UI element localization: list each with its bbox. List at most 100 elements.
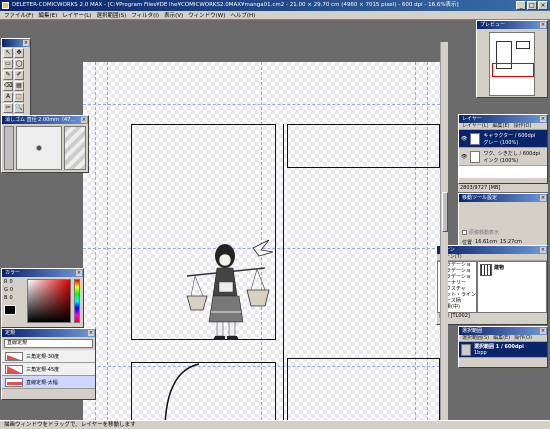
selection-menu-selection[interactable]: 選択範囲(S) <box>462 335 489 341</box>
manga-panel-frame[interactable] <box>287 358 440 429</box>
triangle-45-icon <box>5 364 23 374</box>
eraser-size-slider[interactable] <box>4 126 14 170</box>
selection-sub: 1bpp <box>474 350 487 356</box>
ruler-item-label: 直線定規-太幅 <box>26 379 58 386</box>
move-panel-title-text: 移動ツール設定 <box>462 195 498 201</box>
eye-icon[interactable]: 👁 <box>461 136 467 142</box>
layer-row-frame[interactable]: 👁 ワク、シきだし / 600dpi インク (100%) <box>459 148 547 166</box>
preview-viewport-rect[interactable] <box>492 63 534 77</box>
manga-panel-frame[interactable] <box>287 124 440 168</box>
preview-thumbnail[interactable] <box>489 32 535 96</box>
tone-tool[interactable]: ▤ <box>14 81 24 91</box>
minimize-button[interactable]: _ <box>516 1 526 10</box>
scrollbar-thumb[interactable] <box>442 192 448 232</box>
selection-panel-menu: 選択範囲(S) 編集(E) 操作(O) <box>459 335 547 342</box>
selection-panel-title-text: 選択範囲 <box>462 328 483 334</box>
eraser-panel-title: 消しゴム 直径 2.00mm（47... × <box>2 116 88 124</box>
layer-menu-edit[interactable]: 編集(E) <box>493 123 510 129</box>
layer-thumbnail <box>470 150 481 163</box>
tone-panel: トーン× トーン(T) グラデーショ グラデーショ グラデーショ シーナリー テ… <box>436 245 548 325</box>
close-button[interactable]: × <box>538 1 548 10</box>
menu-filter[interactable]: フィルタ(I) <box>131 11 159 19</box>
layer-panel: レイヤー × レイヤー(L) 編集(E) 操作(O) 👁 キャラクター / 600… <box>458 114 548 184</box>
manga-panel-frame[interactable] <box>131 362 276 429</box>
color-panel-body: R0 G0 B0 <box>2 277 83 325</box>
layer-name: ワク、シきだし / 600dpi <box>483 150 541 157</box>
close-icon[interactable]: × <box>540 247 546 253</box>
menu-layer[interactable]: レイヤー(L) <box>62 11 91 19</box>
select-tool[interactable]: ↖ <box>3 48 13 58</box>
ruler-panel-title: 定規 × <box>2 329 95 337</box>
memory-status: 2803/9727 [MB] <box>458 184 548 192</box>
ruler-item[interactable]: 三角定規-30度 <box>2 350 95 363</box>
hue-slider[interactable] <box>74 279 80 323</box>
layer-row-character[interactable]: 👁 キャラクター / 600dpi グレー (100%) <box>459 130 547 148</box>
menu-selection[interactable]: 選択範囲(S) <box>96 11 126 19</box>
workspace: × ↖ ✥ ▭ ◯ ✎ ✐ ⌫ ▤ A ⬚ ✂ 🔍 ✋ ⊕ ▯ ◩ 消しゴム 直… <box>0 20 550 429</box>
color-panel-title: カラー × <box>2 269 83 277</box>
ellipse-select-tool[interactable]: ◯ <box>14 59 24 69</box>
ruler-item[interactable]: 三角定規-45度 <box>2 363 95 376</box>
selection-menu-edit[interactable]: 編集(E) <box>493 335 510 341</box>
color-panel: カラー × R0 G0 B0 <box>1 268 84 328</box>
maximize-button[interactable]: □ <box>527 1 537 10</box>
menu-window[interactable]: ウィンドウ(W) <box>188 11 225 19</box>
cut-tool[interactable]: ✂ <box>3 103 13 113</box>
pen-tool[interactable]: ✎ <box>3 70 13 80</box>
close-icon[interactable]: × <box>540 22 546 28</box>
layer-list-empty <box>459 166 547 178</box>
rect-select-tool[interactable]: ▭ <box>3 59 13 69</box>
close-icon[interactable]: × <box>76 270 82 276</box>
selection-thumbnail <box>461 343 471 356</box>
text-tool[interactable]: A <box>3 92 13 102</box>
eraser-preview <box>16 126 62 170</box>
close-icon[interactable]: × <box>88 330 94 336</box>
menu-file[interactable]: ファイル(F) <box>4 11 33 19</box>
character-illustration[interactable] <box>181 226 276 366</box>
menu-edit[interactable]: 編集(E) <box>38 11 57 19</box>
move-tool[interactable]: ✥ <box>14 48 24 58</box>
b-value[interactable]: 0 <box>9 295 12 301</box>
tone-swatch[interactable] <box>480 264 492 276</box>
zoom-tool[interactable]: 🔍 <box>14 103 24 113</box>
app-icon <box>2 2 9 9</box>
drawing-canvas[interactable] <box>83 62 440 429</box>
color-panel-title-text: カラー <box>5 270 21 276</box>
checkbox[interactable] <box>462 230 467 235</box>
guide-line <box>107 62 108 429</box>
eraser-tool[interactable]: ⌫ <box>3 81 13 91</box>
pencil-tool[interactable]: ✐ <box>14 70 24 80</box>
tone-panel-body: グラデーショ グラデーショ グラデーショ シーナリー テクスチャ ドット・ライン… <box>437 261 547 313</box>
ruler-item[interactable]: 直線定規-太幅 <box>2 376 95 389</box>
tone-panel-menu: トーン(T) <box>437 254 547 261</box>
g-value[interactable]: 0 <box>10 287 13 293</box>
selection-menu-operate[interactable]: 操作(O) <box>514 335 532 341</box>
close-icon[interactable]: × <box>540 116 546 122</box>
ruler-panel-title-text: 定規 <box>5 330 16 336</box>
triangle-30-icon <box>5 351 23 361</box>
window-title: DELETER-COMICWORKS 2.0 MAX - [C:¥Program… <box>12 2 459 8</box>
close-icon[interactable]: × <box>23 40 29 46</box>
preview-panel-title-text: プレビュー <box>480 22 506 28</box>
color-picker-square[interactable] <box>27 279 71 323</box>
layer-menu-operate[interactable]: 操作(O) <box>514 123 532 129</box>
close-icon[interactable]: × <box>540 328 546 334</box>
layer-thumbnail <box>470 132 481 145</box>
close-icon[interactable]: × <box>540 195 546 201</box>
eraser-shape-swatches[interactable] <box>64 126 86 170</box>
eye-icon[interactable]: 👁 <box>461 154 467 160</box>
close-icon[interactable]: × <box>81 117 87 123</box>
tone-swatch-area: 建物 <box>477 261 547 313</box>
current-color-swatch[interactable] <box>4 305 16 315</box>
layer-menu-layer[interactable]: レイヤー(L) <box>462 123 489 129</box>
r-value[interactable]: 0 <box>9 279 12 285</box>
status-bar: 描画ウィンドウをドラッグで、レイヤーを移動します <box>0 420 550 429</box>
layer-info: ワク、シきだし / 600dpi インク (100%) <box>483 150 540 164</box>
window-title-bar[interactable]: DELETER-COMICWORKS 2.0 MAX - [C:¥Program… <box>0 0 550 11</box>
selection-row[interactable]: 選択範囲 1 / 600dpi 1bpp <box>459 342 547 358</box>
frame-tool[interactable]: ⬚ <box>14 92 24 102</box>
menu-view[interactable]: 表示(V) <box>164 11 183 19</box>
ruler-type-select[interactable]: 直線定規 <box>4 339 93 348</box>
menu-help[interactable]: ヘルプ(H) <box>230 11 255 19</box>
vertical-scrollbar[interactable] <box>440 42 448 420</box>
